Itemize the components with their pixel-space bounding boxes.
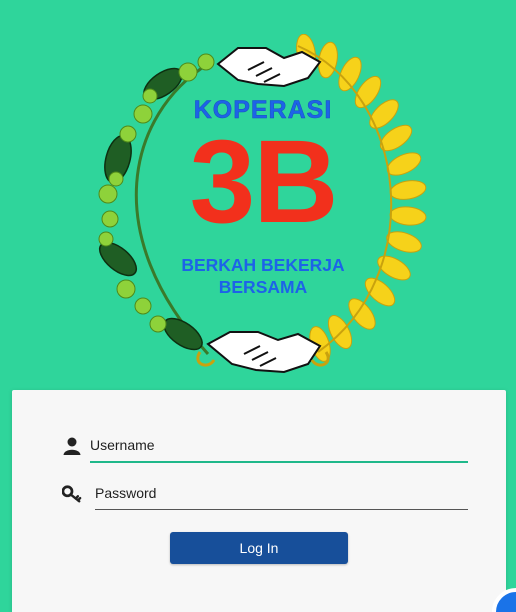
handshake-icon [216,47,322,88]
username-field[interactable] [90,430,468,460]
password-field[interactable] [95,478,468,508]
username-row [62,430,472,464]
password-underline [95,509,468,510]
login-screen: KOPERASI 3B BERKAH BEKERJA BERSAMA Log I… [0,0,516,612]
login-card: Log In [12,390,506,612]
password-row [62,478,472,512]
user-icon [63,437,81,455]
handshake-icon [196,331,330,374]
key-icon [62,485,82,503]
logo-mark: 3B [189,116,339,248]
login-button[interactable]: Log In [170,532,348,564]
logo-tagline: BERKAH BEKERJA BERSAMA [88,254,438,298]
logo-tagline-line1: BERKAH BEKERJA [181,255,345,275]
username-underline [90,461,468,463]
logo-tagline-line2: BERSAMA [218,277,308,297]
